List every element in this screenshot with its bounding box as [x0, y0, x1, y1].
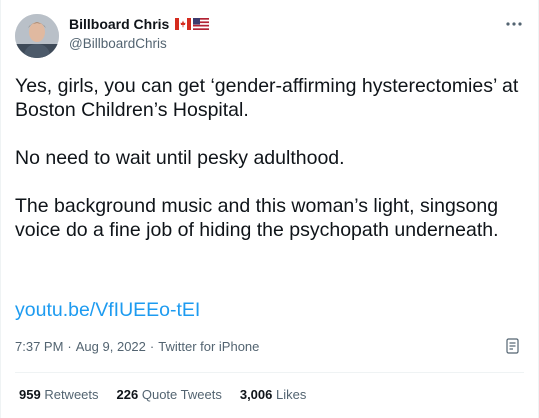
more-options-button[interactable]: [504, 14, 524, 34]
tweet-date[interactable]: Aug 9, 2022: [76, 339, 146, 354]
retweets-count: 959: [19, 387, 41, 402]
likes-stat[interactable]: 3,006 Likes: [240, 387, 307, 402]
tweet-metadata: 7:37 PM · Aug 9, 2022 · Twitter for iPho…: [15, 339, 259, 354]
likes-count: 3,006: [239, 387, 273, 402]
meta-separator: ·: [149, 339, 155, 354]
author-name-row: Billboard Chris: [69, 16, 210, 32]
analytics-icon: [506, 338, 519, 354]
author-name[interactable]: Billboard Chris: [69, 16, 169, 32]
tweet-paragraph: The background music and this woman’s li…: [15, 195, 499, 241]
avatar-photo: [15, 14, 59, 58]
analytics-button[interactable]: [504, 337, 522, 355]
tweet-paragraph: Yes, girls, you can get ‘gender-affirmin…: [15, 75, 519, 121]
author-block: Billboard Chris @BillboardChris: [69, 16, 210, 51]
likes-label: Likes: [276, 387, 307, 402]
retweets-label: Retweets: [44, 387, 99, 402]
tweet-card: Billboard Chris @BillboardChris Yes, gir…: [0, 0, 539, 418]
tweet-source[interactable]: Twitter for iPhone: [158, 339, 259, 354]
tweet-stats: 959 Retweets 226 Quote Tweets 3,006 Like…: [19, 387, 306, 402]
quote-tweets-label: Quote Tweets: [141, 387, 222, 402]
canada-flag-icon: [175, 18, 192, 30]
tweet-link[interactable]: youtu.be/VfIUEEo-tEI: [15, 299, 200, 322]
avatar[interactable]: [15, 14, 59, 58]
author-flags: [175, 18, 210, 30]
author-handle[interactable]: @BillboardChris: [69, 36, 209, 51]
retweets-stat[interactable]: 959 Retweets: [19, 387, 99, 402]
us-flag-icon: [193, 18, 210, 30]
tweet-time[interactable]: 7:37 PM: [15, 339, 63, 354]
more-dots-icon: [506, 22, 522, 26]
tweet-text: Yes, girls, you can get ‘gender-affirmin…: [15, 74, 525, 266]
quote-tweets-stat[interactable]: 226 Quote Tweets: [117, 387, 222, 402]
tweet-paragraph: No need to wait until pesky adulthood.: [15, 147, 345, 169]
meta-separator: ·: [67, 339, 72, 354]
divider: [15, 372, 524, 373]
quote-tweets-count: 226: [116, 387, 139, 402]
